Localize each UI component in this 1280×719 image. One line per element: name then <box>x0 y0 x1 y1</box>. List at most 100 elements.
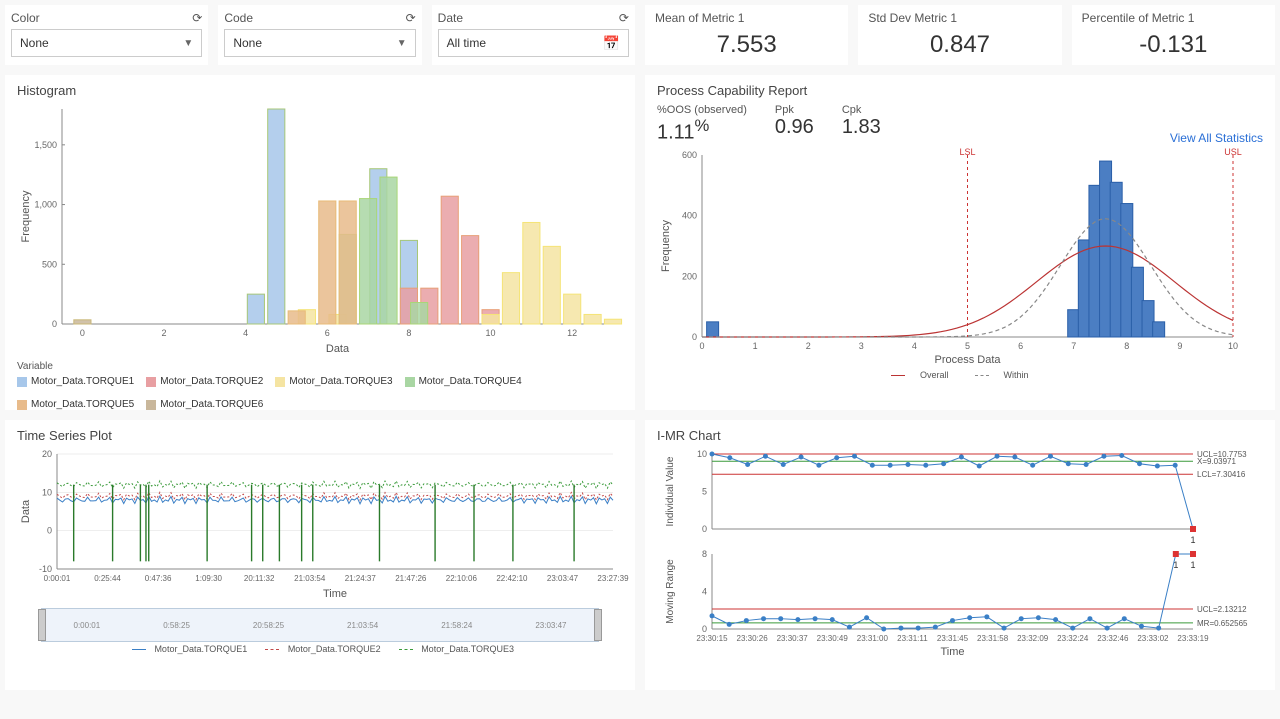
svg-text:1: 1 <box>1190 535 1195 545</box>
svg-text:22:10:06: 22:10:06 <box>446 574 478 583</box>
legend-overall: Overall <box>920 370 949 380</box>
date-select-value: All time <box>447 36 486 50</box>
svg-text:Frequency: Frequency <box>20 190 32 242</box>
svg-text:MR=0.652565: MR=0.652565 <box>1197 619 1248 628</box>
legend-item: Motor_Data.TORQUE6 <box>146 399 263 410</box>
chevron-down-icon: ▼ <box>397 38 407 49</box>
svg-text:22:42:10: 22:42:10 <box>496 574 528 583</box>
svg-text:0: 0 <box>702 524 707 534</box>
svg-text:UCL=2.13212: UCL=2.13212 <box>1197 605 1247 614</box>
code-filter-label: Code <box>224 11 253 25</box>
legend-item: Motor_Data.TORQUE2 <box>146 376 263 387</box>
capability-title: Process Capability Report <box>657 83 1263 98</box>
svg-text:4: 4 <box>702 587 707 597</box>
svg-text:7: 7 <box>1071 341 1076 351</box>
date-filter: Date ⟳ All time <box>432 5 635 65</box>
svg-text:20: 20 <box>42 449 52 459</box>
scroll-handle-right[interactable] <box>594 609 602 641</box>
svg-text:USL: USL <box>1224 147 1242 157</box>
svg-text:Data: Data <box>326 343 350 355</box>
legend-item: Motor_Data.TORQUE5 <box>17 399 134 410</box>
svg-text:23:32:09: 23:32:09 <box>1017 634 1049 643</box>
kpi-pct-value: -0.131 <box>1082 31 1265 59</box>
legend-title: Variable <box>17 361 623 372</box>
histogram-chart: 05001,0001,500024681012DataFrequency <box>17 104 623 354</box>
svg-text:10: 10 <box>1228 341 1238 351</box>
svg-text:LCL=7.30416: LCL=7.30416 <box>1197 470 1246 479</box>
svg-text:21:24:37: 21:24:37 <box>345 574 377 583</box>
legend-item: Motor_Data.TORQUE3 <box>275 376 392 387</box>
code-filter: Code ⟳ None ▼ <box>218 5 421 65</box>
svg-text:0: 0 <box>80 328 85 338</box>
kpi-mean-title: Mean of Metric 1 <box>655 11 838 25</box>
histogram-title: Histogram <box>17 83 623 98</box>
kpi-mean: Mean of Metric 1 7.553 <box>645 5 848 65</box>
svg-text:Process Data: Process Data <box>934 354 1001 366</box>
svg-text:0:00:01: 0:00:01 <box>44 574 71 583</box>
capability-chart: 0200400600012345678910Process DataFreque… <box>657 145 1263 365</box>
svg-text:Moving Range: Moving Range <box>665 559 676 624</box>
date-select[interactable]: All time <box>438 29 629 57</box>
legend-within: Within <box>1004 370 1029 380</box>
svg-text:Time: Time <box>323 588 347 600</box>
svg-text:23:31:45: 23:31:45 <box>937 634 969 643</box>
timeseries-card: Time Series Plot -10010200:00:010:25:440… <box>5 420 635 690</box>
svg-text:0: 0 <box>702 624 707 634</box>
svg-text:1,000: 1,000 <box>34 200 57 210</box>
svg-text:20:11:32: 20:11:32 <box>244 574 275 583</box>
oos-value: 1.11 <box>657 122 694 144</box>
svg-text:400: 400 <box>682 210 697 220</box>
svg-text:23:31:00: 23:31:00 <box>857 634 889 643</box>
svg-text:10: 10 <box>486 328 496 338</box>
svg-text:8: 8 <box>406 328 411 338</box>
chevron-down-icon: ▼ <box>183 38 193 49</box>
capability-legend: Overall Within <box>657 370 1263 380</box>
svg-text:4: 4 <box>912 341 917 351</box>
svg-text:Frequency: Frequency <box>660 219 672 271</box>
kpi-stddev: Std Dev Metric 1 0.847 <box>858 5 1061 65</box>
oos-pct: % <box>694 116 709 135</box>
svg-text:0:47:36: 0:47:36 <box>145 574 172 583</box>
svg-text:23:30:49: 23:30:49 <box>817 634 849 643</box>
svg-text:0: 0 <box>47 526 52 536</box>
scroll-handle-left[interactable] <box>38 609 46 641</box>
svg-text:23:30:37: 23:30:37 <box>777 634 809 643</box>
svg-text:2: 2 <box>162 328 167 338</box>
refresh-icon[interactable]: ⟳ <box>619 11 629 25</box>
color-select[interactable]: None ▼ <box>11 29 202 57</box>
svg-text:23:33:02: 23:33:02 <box>1137 634 1169 643</box>
svg-text:0:25:44: 0:25:44 <box>94 574 121 583</box>
imr-card: I-MR Chart 05101UCL=10.7753X=9.03971LCL=… <box>645 420 1275 690</box>
code-select[interactable]: None ▼ <box>224 29 415 57</box>
ppk-label: Ppk <box>775 104 814 116</box>
svg-text:X=9.03971: X=9.03971 <box>1197 457 1236 466</box>
refresh-icon[interactable]: ⟳ <box>406 11 416 25</box>
timeseries-scrollbar[interactable]: 0:00:010:58:2520:58:2521:03:5421:58:2423… <box>41 608 599 642</box>
refresh-icon[interactable]: ⟳ <box>192 11 202 25</box>
svg-text:0: 0 <box>699 341 704 351</box>
svg-text:5: 5 <box>965 341 970 351</box>
view-all-stats-link[interactable]: View All Statistics <box>1170 131 1263 145</box>
color-select-value: None <box>20 36 49 50</box>
timeseries-chart: -10010200:00:010:25:440:47:361:09:3020:1… <box>17 449 623 599</box>
code-select-value: None <box>233 36 262 50</box>
imr-chart: 05101UCL=10.7753X=9.03971LCL=7.30416Indi… <box>657 449 1263 679</box>
svg-text:0: 0 <box>52 319 57 329</box>
cpk-label: Cpk <box>842 104 881 116</box>
kpi-pct-title: Percentile of Metric 1 <box>1082 11 1265 25</box>
svg-text:1: 1 <box>753 341 758 351</box>
svg-text:500: 500 <box>42 259 57 269</box>
kpi-percentile: Percentile of Metric 1 -0.131 <box>1072 5 1275 65</box>
svg-text:21:03:54: 21:03:54 <box>294 574 326 583</box>
svg-text:23:03:47: 23:03:47 <box>547 574 579 583</box>
kpi-stddev-value: 0.847 <box>868 31 1051 59</box>
color-filter-label: Color <box>11 11 40 25</box>
svg-text:6: 6 <box>1018 341 1023 351</box>
imr-title: I-MR Chart <box>657 428 1263 443</box>
svg-text:Individual Value: Individual Value <box>665 456 676 526</box>
filter-bar: Color ⟳ None ▼ Code ⟳ None ▼ <box>5 5 635 65</box>
svg-text:10: 10 <box>42 487 52 497</box>
svg-text:0: 0 <box>692 332 697 342</box>
svg-text:-10: -10 <box>39 564 52 574</box>
svg-text:12: 12 <box>567 328 577 338</box>
